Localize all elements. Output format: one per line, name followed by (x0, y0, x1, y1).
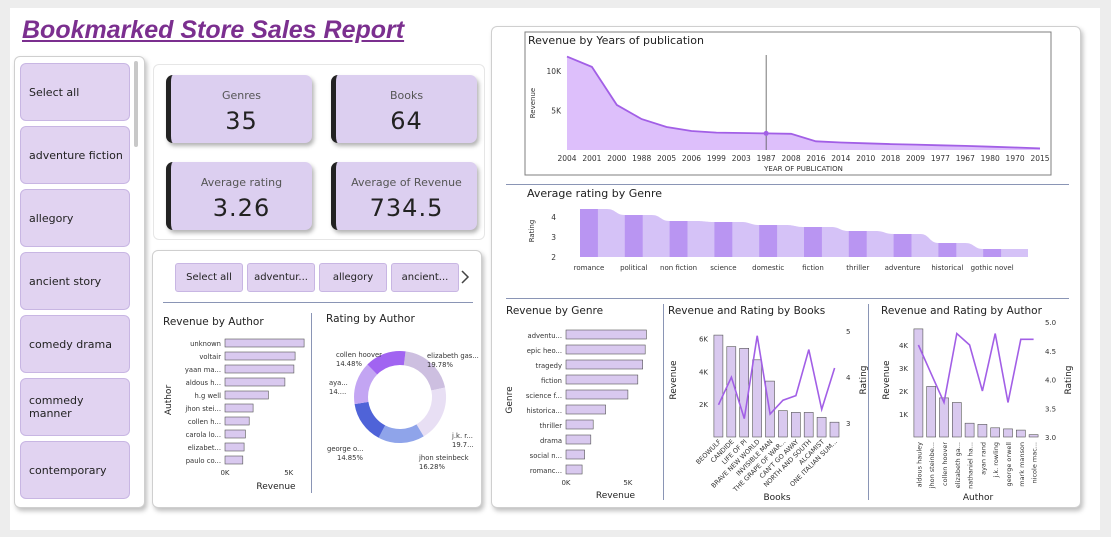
kpi-genres: Genres 35 (166, 75, 312, 143)
tile-adventure[interactable]: adventur... (247, 263, 315, 292)
kpi-average-revenue: Average of Revenue 734.5 (331, 162, 477, 230)
kpi-average-rating: Average rating 3.26 (166, 162, 312, 230)
author-panel: Select all adventur... allegory ancient.… (152, 250, 482, 508)
chevron-right-icon[interactable] (460, 270, 470, 284)
divider (311, 313, 312, 493)
genre-slicer: Select all adventure fiction allegory an… (14, 56, 145, 508)
kpi-panel: Genres 35 Books 64 Average rating 3.26 Aver… (153, 64, 485, 240)
slicer-item-select-all[interactable]: Select all (20, 63, 130, 121)
kpi-label: Average rating (200, 176, 283, 189)
slicer-item-contemporary[interactable]: contemporary (20, 441, 130, 499)
report-title: Bookmarked Store Sales Report (22, 16, 405, 44)
kpi-value: 3.26 (212, 194, 271, 222)
divider (868, 304, 869, 500)
kpi-books: Books 64 (331, 75, 477, 143)
kpi-value: 734.5 (369, 194, 444, 222)
slicer-item-adventure-fiction[interactable]: adventure fiction (20, 126, 130, 184)
kpi-value: 64 (390, 107, 423, 135)
slicer-item-ancient-story[interactable]: ancient story (20, 252, 130, 310)
kpi-value: 35 (225, 107, 258, 135)
divider (506, 184, 1069, 185)
kpi-label: Genres (221, 89, 262, 102)
divider (506, 298, 1069, 299)
slicer-item-comedy-drama[interactable]: comedy drama (20, 315, 130, 373)
slicer-scrollbar[interactable] (134, 61, 138, 147)
kpi-label: Books (389, 89, 424, 102)
tile-ancient[interactable]: ancient... (391, 263, 459, 292)
slicer-item-commedy-manner[interactable]: commedy manner (20, 378, 130, 436)
kpi-label: Average of Revenue (351, 176, 462, 189)
slicer-item-allegory[interactable]: allegory (20, 189, 130, 247)
divider (163, 302, 473, 303)
charts-panel (491, 26, 1081, 508)
divider (663, 304, 664, 500)
tile-select-all[interactable]: Select all (175, 263, 243, 292)
tile-allegory[interactable]: allegory (319, 263, 387, 292)
